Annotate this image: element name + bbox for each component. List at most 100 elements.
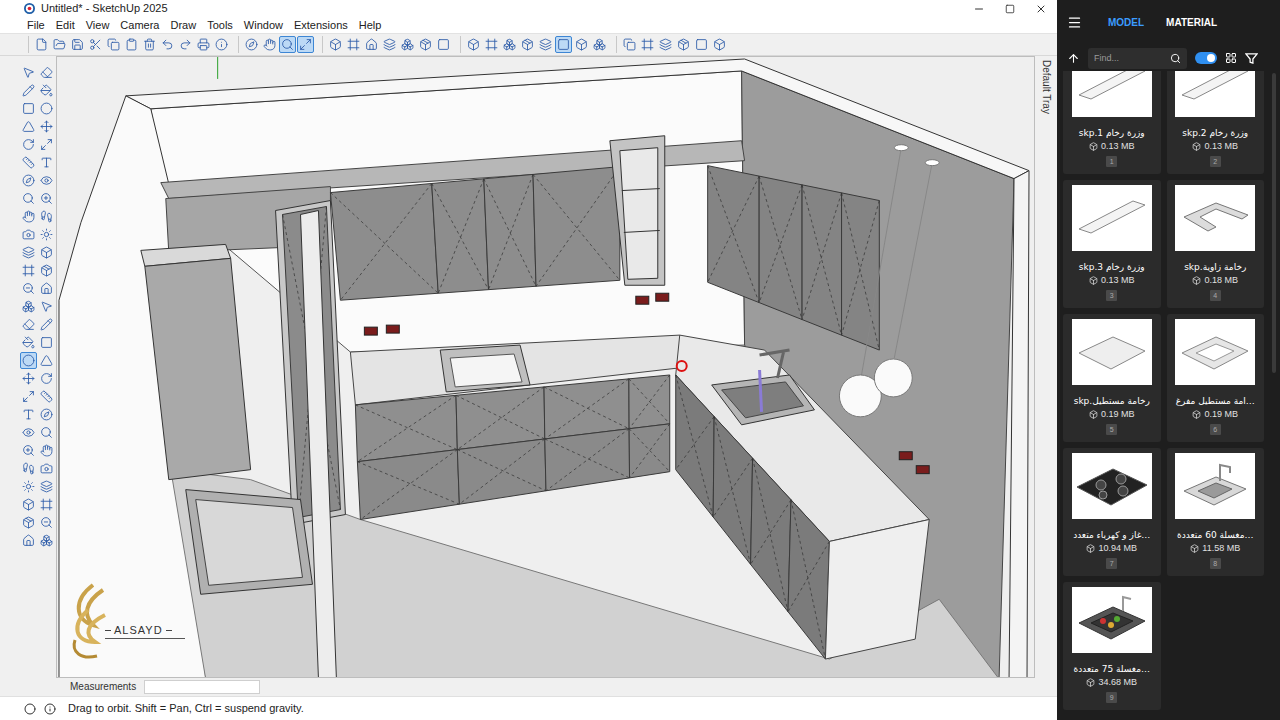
tool-button[interactable] [177, 36, 194, 53]
tool-button[interactable] [38, 532, 55, 549]
tool-button[interactable] [38, 370, 55, 387]
tray-tab[interactable]: Default Tray [1035, 56, 1057, 678]
model-card[interactable]: وزرة رخام 2.skp0.13 MB2 [1167, 71, 1265, 174]
minimize-icon[interactable] [973, 3, 985, 15]
tool-button[interactable] [20, 388, 37, 405]
tool-button[interactable] [38, 100, 55, 117]
tool-button[interactable] [38, 334, 55, 351]
model-card[interactable]: رخامة مستطيل.skp0.19 MB5 [1063, 314, 1161, 442]
tool-button[interactable] [591, 36, 608, 53]
tool-button[interactable] [20, 100, 37, 117]
tool-button[interactable] [20, 298, 37, 315]
menu-item[interactable]: Window [244, 19, 283, 32]
tool-button[interactable] [693, 36, 710, 53]
close-icon[interactable] [1035, 3, 1047, 15]
menu-item[interactable]: File [27, 19, 45, 32]
tool-button[interactable] [38, 118, 55, 135]
tool-button[interactable] [279, 36, 296, 53]
tool-button[interactable] [38, 316, 55, 333]
tool-button[interactable] [20, 262, 37, 279]
model-card[interactable]: …مغسلة 60 متعددة11.58 MB8 [1167, 448, 1265, 576]
tool-button[interactable] [20, 226, 37, 243]
tool-button[interactable] [33, 36, 50, 53]
tool-button[interactable] [639, 36, 656, 53]
tool-button[interactable] [105, 36, 122, 53]
tool-button[interactable] [38, 406, 55, 423]
tool-button[interactable] [38, 298, 55, 315]
grid-icon[interactable] [1225, 52, 1237, 64]
tool-button[interactable] [20, 244, 37, 261]
tool-button[interactable] [435, 36, 452, 53]
tool-button[interactable] [20, 64, 37, 81]
tool-button[interactable] [345, 36, 362, 53]
tool-button[interactable] [20, 478, 37, 495]
tool-button[interactable] [20, 118, 37, 135]
tool-button[interactable] [38, 262, 55, 279]
tool-button[interactable] [417, 36, 434, 53]
tool-button[interactable] [38, 460, 55, 477]
tool-button[interactable] [537, 36, 554, 53]
tool-button[interactable] [69, 36, 86, 53]
tool-button[interactable] [20, 136, 37, 153]
tool-button[interactable] [261, 36, 278, 53]
tool-button[interactable] [20, 280, 37, 297]
tool-button[interactable] [38, 208, 55, 225]
tool-button[interactable] [20, 352, 37, 369]
tool-button[interactable] [573, 36, 590, 53]
tool-button[interactable] [38, 388, 55, 405]
tool-button[interactable] [675, 36, 692, 53]
tool-button[interactable] [38, 172, 55, 189]
model-card[interactable]: وزرة رخام 3.skp0.13 MB3 [1063, 180, 1161, 308]
tool-button[interactable] [399, 36, 416, 53]
tool-button[interactable] [38, 154, 55, 171]
tool-button[interactable] [38, 478, 55, 495]
model-card[interactable]: …امة مستطيل مفرغ0.19 MB6 [1167, 314, 1265, 442]
tool-button[interactable] [51, 36, 68, 53]
tool-button[interactable] [38, 226, 55, 243]
tool-button[interactable] [243, 36, 260, 53]
search-field[interactable]: Find... [1088, 48, 1187, 69]
tool-button[interactable] [297, 36, 314, 53]
tool-button[interactable] [213, 36, 230, 53]
tool-button[interactable] [141, 36, 158, 53]
menu-item[interactable]: Camera [120, 19, 159, 32]
model-card[interactable]: رخامة زاوية.skp0.18 MB4 [1167, 180, 1265, 308]
tool-button[interactable] [38, 64, 55, 81]
tool-button[interactable] [363, 36, 380, 53]
tool-button[interactable] [123, 36, 140, 53]
maximize-icon[interactable] [1005, 4, 1015, 14]
tool-button[interactable] [465, 36, 482, 53]
tool-button[interactable] [20, 190, 37, 207]
tool-button[interactable] [20, 154, 37, 171]
tool-button[interactable] [20, 334, 37, 351]
menu-item[interactable]: View [86, 19, 110, 32]
tool-button[interactable] [621, 36, 638, 53]
tool-button[interactable] [20, 496, 37, 513]
tool-button[interactable] [38, 352, 55, 369]
filter-icon[interactable] [1245, 52, 1258, 65]
menu-item[interactable]: Draw [170, 19, 196, 32]
tool-button[interactable] [20, 424, 37, 441]
tool-button[interactable] [38, 82, 55, 99]
tool-button[interactable] [20, 208, 37, 225]
tool-button[interactable] [381, 36, 398, 53]
tool-button[interactable] [38, 136, 55, 153]
tool-button[interactable] [20, 460, 37, 477]
tool-button[interactable] [38, 496, 55, 513]
scrollbar[interactable] [1268, 71, 1280, 720]
model-card[interactable]: وزرة رخام 1.skp0.13 MB1 [1063, 71, 1161, 174]
tool-button[interactable] [20, 316, 37, 333]
tool-button[interactable] [38, 280, 55, 297]
tool-button[interactable] [20, 442, 37, 459]
kitchen-model[interactable] [57, 57, 1034, 677]
tool-button[interactable] [20, 82, 37, 99]
tool-button[interactable] [657, 36, 674, 53]
tool-button[interactable] [38, 424, 55, 441]
menu-item[interactable]: Extensions [294, 19, 348, 32]
tool-button[interactable] [20, 514, 37, 531]
tool-button[interactable] [20, 370, 37, 387]
menu-item[interactable]: Edit [56, 19, 75, 32]
tool-button[interactable] [501, 36, 518, 53]
tool-button[interactable] [711, 36, 728, 53]
menu-item[interactable]: Help [359, 19, 382, 32]
